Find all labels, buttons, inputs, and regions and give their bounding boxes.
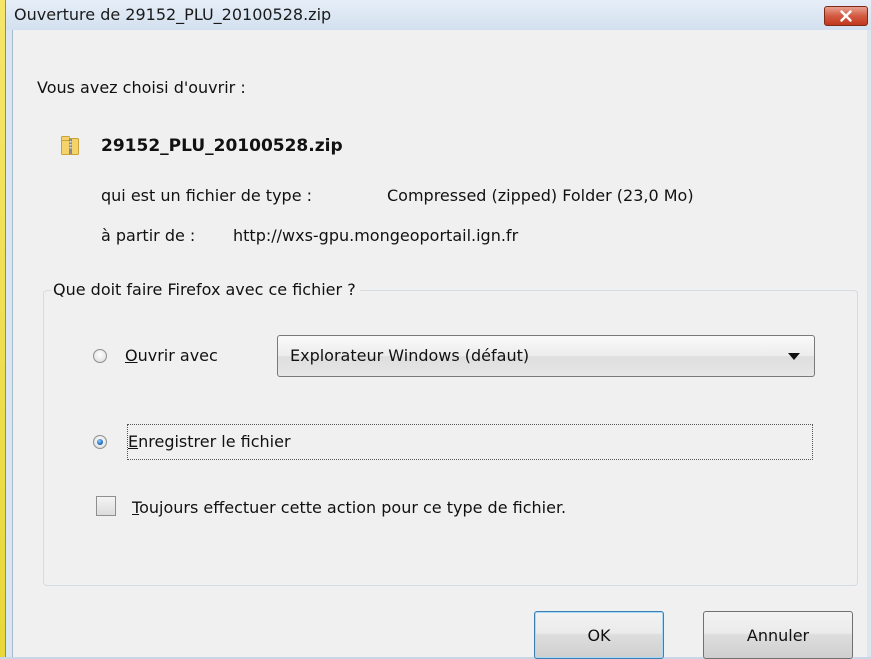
zip-folder-icon (61, 136, 79, 155)
title-bar[interactable]: Ouverture de 29152_PLU_20100528.zip (6, 0, 871, 30)
close-icon (840, 10, 852, 22)
open-with-label[interactable]: Ouvrir avec (125, 346, 218, 366)
always-accel: T (132, 498, 140, 517)
file-source-label: à partir de : (101, 226, 196, 245)
dropdown-arrow-icon (788, 353, 800, 360)
open-with-accel: O (125, 346, 138, 365)
dialog-body: Vous avez choisi d'ouvrir : 29152_PLU_20… (12, 30, 867, 659)
save-file-label[interactable]: Enregistrer le fichier (128, 432, 291, 452)
window-title: Ouverture de 29152_PLU_20100528.zip (14, 5, 332, 24)
always-do-this-label[interactable]: Toujours effectuer cette action pour ce … (132, 498, 566, 518)
open-with-app-select[interactable]: Explorateur Windows (défaut) (277, 335, 815, 377)
cancel-button[interactable]: Annuler (703, 611, 853, 659)
save-file-accel: E (128, 432, 139, 451)
close-button[interactable] (824, 6, 868, 26)
intro-text: Vous avez choisi d'ouvrir : (37, 78, 246, 97)
save-file-radio[interactable] (93, 435, 107, 449)
open-with-radio[interactable] (93, 349, 107, 363)
file-type-label: qui est un fichier de type : (101, 186, 313, 205)
file-type-value: Compressed (zipped) Folder (23,0 Mo) (387, 186, 694, 205)
radio-selected-dot (97, 439, 103, 445)
action-group-legend: Que doit faire Firefox avec ce fichier ? (51, 280, 360, 300)
file-name: 29152_PLU_20100528.zip (101, 136, 343, 156)
dialog-window: Ouverture de 29152_PLU_20100528.zip Vous… (5, 0, 871, 659)
ok-button[interactable]: OK (534, 611, 664, 659)
file-source-value: http://wxs-gpu.mongeoportail.ign.fr (233, 226, 519, 245)
always-label-text: oujours effectuer cette action pour ce t… (139, 498, 567, 517)
open-with-label-text: uvrir avec (137, 346, 218, 365)
save-file-label-text: nregistrer le fichier (138, 432, 291, 451)
always-do-this-checkbox[interactable] (96, 496, 116, 516)
open-with-app-value: Explorateur Windows (défaut) (290, 346, 530, 365)
